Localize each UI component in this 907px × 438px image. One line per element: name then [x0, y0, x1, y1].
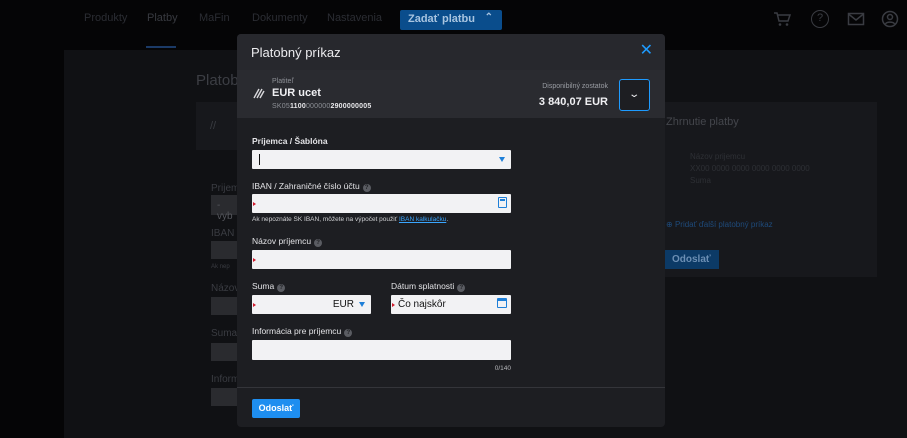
- payer-account-name: EUR ucet: [272, 87, 321, 99]
- iban-part: 1100: [289, 103, 306, 110]
- background-input: [211, 343, 237, 361]
- modal-footer-divider: [237, 387, 665, 388]
- recipient-name-label: Názov príjemcu?: [252, 236, 323, 247]
- iban-part: 2900000005: [330, 103, 372, 110]
- help-icon[interactable]: ?: [314, 239, 323, 247]
- payer-label: Platiteľ: [272, 78, 294, 85]
- chevron-up-icon: ⌃: [484, 12, 493, 23]
- nav-item-produkty[interactable]: Produkty: [84, 12, 127, 24]
- top-navigation: Produkty Platby MaFin Dokumenty Nastaven…: [0, 0, 907, 36]
- background-account-icon: //: [210, 120, 217, 132]
- amount-input[interactable]: EUR: [252, 295, 371, 314]
- iban-part: 000000: [305, 103, 331, 110]
- dropdown-arrow-icon: [499, 157, 505, 162]
- background-label: Prijem: [211, 183, 240, 194]
- amount-label: Suma?: [252, 281, 286, 292]
- background-label: Názov: [211, 283, 240, 294]
- currency-select[interactable]: EUR: [333, 299, 354, 310]
- background-input: [211, 388, 237, 406]
- background-summary-amount: Suma: [690, 176, 711, 185]
- help-icon[interactable]: ?: [277, 284, 286, 292]
- background-summary-title: Zhrnutie platby: [666, 116, 739, 128]
- nav-item-platby[interactable]: Platby: [147, 12, 178, 24]
- background-select-text: - vyb: [217, 200, 233, 222]
- background-page-title: Platob: [196, 72, 239, 89]
- calendar-icon[interactable]: [497, 298, 507, 308]
- active-nav-underline: [146, 46, 176, 48]
- iban-input[interactable]: [252, 194, 511, 213]
- amount-label-text: Suma: [252, 281, 275, 291]
- required-marker: [253, 201, 256, 206]
- background-label: IBAN /: [211, 228, 240, 239]
- recipient-template-select[interactable]: [252, 150, 511, 169]
- info-label-text: Informácia pre príjemcu: [252, 326, 342, 336]
- payment-order-modal: Platobný príkaz ✕ Platiteľ EUR ucet SK05…: [237, 34, 665, 427]
- cart-icon[interactable]: [773, 10, 792, 28]
- iban-calculator-link[interactable]: IBAN kalkulačku: [399, 216, 446, 223]
- help-icon[interactable]: ?: [457, 284, 466, 292]
- background-send-button: Odoslať: [664, 250, 719, 269]
- iban-label: IBAN / Zahraničné číslo účtu?: [252, 181, 371, 192]
- recipient-name-label-text: Názov príjemcu: [252, 236, 312, 246]
- due-date-input[interactable]: Čo najskôr: [391, 295, 511, 314]
- iban-label-text: IBAN / Zahraničné číslo účtu: [252, 181, 360, 191]
- nav-item-nastavenia[interactable]: Nastavenia: [327, 12, 382, 24]
- iban-hint: Ak nepoznáte SK IBAN, môžete na výpočet …: [252, 216, 448, 223]
- new-payment-label: Zadať platbu: [408, 13, 475, 25]
- required-marker: [253, 302, 256, 307]
- balance-value: 3 840,07 EUR: [538, 96, 608, 108]
- nav-item-dokumenty[interactable]: Dokumenty: [252, 12, 308, 24]
- help-icon[interactable]: ?: [344, 329, 353, 337]
- background-label: Suma: [211, 328, 238, 339]
- modal-header: Platobný príkaz ✕: [237, 34, 665, 70]
- help-icon[interactable]: ?: [362, 184, 371, 192]
- close-icon[interactable]: ✕: [640, 43, 653, 59]
- app-page: Produkty Platby MaFin Dokumenty Nastaven…: [0, 0, 907, 438]
- iban-hint-text: Ak nepoznáte SK IBAN, môžete na výpočet …: [252, 216, 398, 223]
- text-caret: [259, 154, 260, 165]
- due-date-label-text: Dátum splatnosti: [391, 281, 455, 291]
- calculator-icon[interactable]: [498, 197, 507, 208]
- iban-hint-end: .: [446, 216, 449, 223]
- recipient-name-input[interactable]: [252, 250, 511, 269]
- due-date-label: Dátum splatnosti?: [391, 281, 466, 292]
- help-icon[interactable]: ?: [811, 10, 829, 28]
- chevron-down-icon: ⌄: [628, 89, 641, 100]
- info-label: Informácia pre príjemcu?: [252, 326, 353, 337]
- background-input: [211, 241, 237, 259]
- info-input[interactable]: [252, 340, 511, 360]
- account-select-button[interactable]: ⌄: [619, 79, 650, 111]
- due-date-value: Čo najskôr: [398, 299, 446, 310]
- required-marker: [253, 257, 256, 262]
- payer-account[interactable]: Platiteľ EUR ucet SK05110000000029000000…: [237, 70, 665, 118]
- balance-label: Disponibilný zostatok: [542, 83, 608, 90]
- modal-title: Platobný príkaz: [251, 45, 341, 60]
- payer-iban: SK0511000000002900000005: [272, 103, 371, 110]
- send-button[interactable]: Odoslať: [252, 399, 300, 418]
- nav-item-mafin[interactable]: MaFin: [199, 12, 230, 24]
- recipient-label: Príjemca / Šablóna: [252, 136, 328, 146]
- background-add-payment-label: Pridať ďalší platobný príkaz: [674, 220, 773, 229]
- required-marker: [392, 302, 395, 307]
- account-icon: [253, 88, 265, 99]
- background-input: [211, 297, 237, 315]
- background-label: Inform: [211, 374, 240, 385]
- mail-icon[interactable]: [847, 10, 865, 28]
- user-icon[interactable]: [881, 10, 899, 28]
- info-character-counter: 0/140: [494, 365, 511, 372]
- dropdown-arrow-icon: [359, 302, 365, 307]
- background-summary-name: Názov prijemcu: [690, 152, 746, 161]
- background-add-payment: ⊕ Pridať ďalší platobný príkaz: [666, 220, 773, 229]
- iban-part: SK05: [272, 103, 290, 110]
- background-summary-iban: XX00 0000 0000 0000 0000 0000: [690, 164, 810, 173]
- background-select: - vyb: [211, 195, 237, 222]
- background-hint: Ak nep: [211, 264, 230, 270]
- new-payment-button[interactable]: Zadať platbu ⌃: [400, 10, 502, 30]
